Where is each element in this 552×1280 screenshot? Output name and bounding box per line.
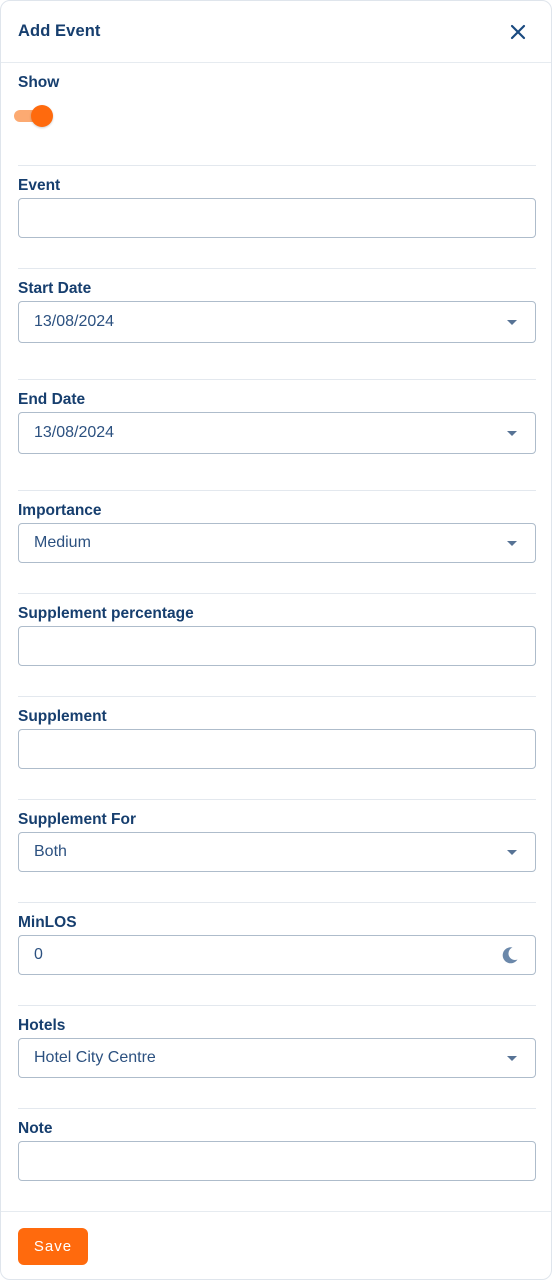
close-icon — [510, 24, 526, 40]
supplement-percentage-label: Supplement percentage — [18, 605, 194, 622]
chevron-down-icon — [507, 541, 517, 546]
divider — [18, 268, 536, 269]
importance-value: Medium — [34, 534, 91, 551]
divider — [18, 379, 536, 380]
supplement-for-value: Both — [34, 843, 67, 860]
end-date-select[interactable]: 13/08/2024 — [18, 412, 536, 454]
importance-select[interactable]: Medium — [18, 523, 536, 563]
save-button[interactable]: Save — [18, 1228, 88, 1265]
divider — [18, 490, 536, 491]
add-event-panel: Add Event Show Event Start Date 13/08/20… — [0, 0, 552, 1280]
supplement-percentage-field[interactable] — [18, 626, 536, 666]
chevron-down-icon — [507, 431, 517, 436]
supplement-for-select[interactable]: Both — [18, 832, 536, 872]
event-field[interactable] — [18, 198, 536, 238]
show-label: Show — [18, 74, 60, 91]
minlos-field[interactable] — [18, 935, 536, 975]
hotels-label: Hotels — [18, 1017, 66, 1034]
divider — [18, 902, 536, 903]
supplement-input[interactable] — [19, 730, 535, 768]
chevron-down-icon — [507, 320, 517, 325]
start-date-value: 13/08/2024 — [34, 313, 115, 330]
event-input[interactable] — [19, 199, 535, 237]
minlos-label: MinLOS — [18, 914, 77, 931]
importance-label: Importance — [18, 502, 102, 519]
chevron-down-icon — [507, 1056, 517, 1061]
moon-icon — [502, 947, 518, 964]
start-date-label: Start Date — [18, 280, 92, 297]
divider — [18, 593, 536, 594]
hotels-value: Hotel City Centre — [34, 1049, 156, 1066]
supplement-field[interactable] — [18, 729, 536, 769]
divider — [18, 165, 536, 166]
divider — [18, 799, 536, 800]
minlos-input[interactable] — [19, 936, 535, 974]
supplement-for-label: Supplement For — [18, 811, 136, 828]
divider — [18, 1005, 536, 1006]
divider — [18, 696, 536, 697]
hotels-select[interactable]: Hotel City Centre — [18, 1038, 536, 1078]
supplement-label: Supplement — [18, 708, 107, 725]
event-label: Event — [18, 177, 61, 194]
note-label: Note — [18, 1120, 53, 1137]
toggle-thumb — [31, 105, 53, 127]
note-field[interactable] — [18, 1141, 536, 1181]
start-date-select[interactable]: 13/08/2024 — [18, 301, 536, 343]
divider — [18, 1108, 536, 1109]
panel-footer: Save — [1, 1211, 551, 1279]
chevron-down-icon — [507, 850, 517, 855]
end-date-label: End Date — [18, 391, 86, 408]
note-input[interactable] — [19, 1142, 535, 1180]
show-toggle[interactable] — [14, 105, 54, 127]
supplement-percentage-input[interactable] — [19, 627, 535, 665]
panel-header: Add Event — [1, 1, 551, 63]
close-button[interactable] — [506, 20, 530, 44]
end-date-value: 13/08/2024 — [34, 424, 115, 441]
panel-title: Add Event — [18, 22, 101, 40]
